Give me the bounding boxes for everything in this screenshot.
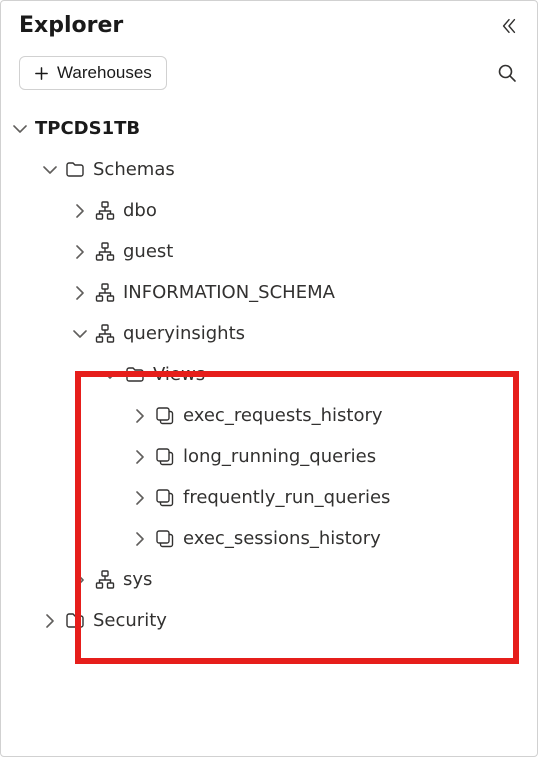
chevron-down-icon: [13, 122, 27, 136]
tree-item-view-exec-requests-history[interactable]: exec_requests_history: [127, 395, 537, 436]
view-icon: [155, 447, 175, 467]
security-folder-label: Security: [93, 607, 167, 634]
chevron-right-icon: [133, 409, 147, 423]
tree-item-schema-sys[interactable]: sys: [67, 559, 537, 600]
schema-icon: [95, 283, 115, 303]
view-label: exec_sessions_history: [183, 525, 381, 552]
tree-item-database[interactable]: TPCDS1TB: [7, 108, 537, 149]
tree-item-schema-guest[interactable]: guest: [67, 231, 537, 272]
folder-icon: [65, 160, 85, 180]
panel-title: Explorer: [19, 13, 123, 38]
schema-label: queryinsights: [123, 320, 245, 347]
schema-label: guest: [123, 238, 173, 265]
view-icon: [155, 406, 175, 426]
chevron-right-icon: [133, 532, 147, 546]
folder-icon: [65, 611, 85, 631]
schema-icon: [95, 570, 115, 590]
chevron-right-icon: [73, 573, 87, 587]
tree-item-view-long-running-queries[interactable]: long_running_queries: [127, 436, 537, 477]
view-label: frequently_run_queries: [183, 484, 390, 511]
tree-item-views-folder[interactable]: Views: [97, 354, 537, 395]
view-icon: [155, 529, 175, 549]
schema-icon: [95, 201, 115, 221]
views-folder-label: Views: [153, 361, 205, 388]
folder-icon: [125, 365, 145, 385]
add-warehouse-button[interactable]: Warehouses: [19, 56, 167, 90]
tree-item-view-frequently-run-queries[interactable]: frequently_run_queries: [127, 477, 537, 518]
chevron-double-left-icon: [500, 17, 518, 35]
schema-label: INFORMATION_SCHEMA: [123, 279, 335, 306]
explorer-toolbar: Warehouses: [1, 46, 537, 104]
chevron-down-icon: [103, 368, 117, 382]
panel-header: Explorer: [1, 1, 537, 46]
plus-icon: [34, 66, 49, 81]
view-label: long_running_queries: [183, 443, 376, 470]
tree-item-view-exec-sessions-history[interactable]: exec_sessions_history: [127, 518, 537, 559]
chevron-right-icon: [73, 286, 87, 300]
tree-item-schema-queryinsights[interactable]: queryinsights: [67, 313, 537, 354]
tree-item-schema-dbo[interactable]: dbo: [67, 190, 537, 231]
database-label: TPCDS1TB: [35, 115, 140, 142]
view-label: exec_requests_history: [183, 402, 383, 429]
tree-item-schema-information-schema[interactable]: INFORMATION_SCHEMA: [67, 272, 537, 313]
tree-item-security-folder[interactable]: Security: [37, 600, 537, 641]
search-button[interactable]: [495, 61, 519, 85]
schema-icon: [95, 242, 115, 262]
tree-item-schemas-folder[interactable]: Schemas: [37, 149, 537, 190]
chevron-right-icon: [133, 491, 147, 505]
explorer-panel: Explorer Warehouses TPCDS1TB: [1, 1, 537, 756]
view-icon: [155, 488, 175, 508]
schema-label: sys: [123, 566, 152, 593]
chevron-right-icon: [43, 614, 57, 628]
collapse-panel-button[interactable]: [499, 16, 519, 36]
chevron-right-icon: [133, 450, 147, 464]
explorer-tree: TPCDS1TB Schemas dbo g: [1, 104, 537, 756]
chevron-right-icon: [73, 204, 87, 218]
schemas-folder-label: Schemas: [93, 156, 175, 183]
schema-label: dbo: [123, 197, 157, 224]
chevron-down-icon: [73, 327, 87, 341]
add-warehouse-label: Warehouses: [57, 63, 152, 83]
chevron-down-icon: [43, 163, 57, 177]
search-icon: [497, 63, 517, 83]
chevron-right-icon: [73, 245, 87, 259]
schema-icon: [95, 324, 115, 344]
